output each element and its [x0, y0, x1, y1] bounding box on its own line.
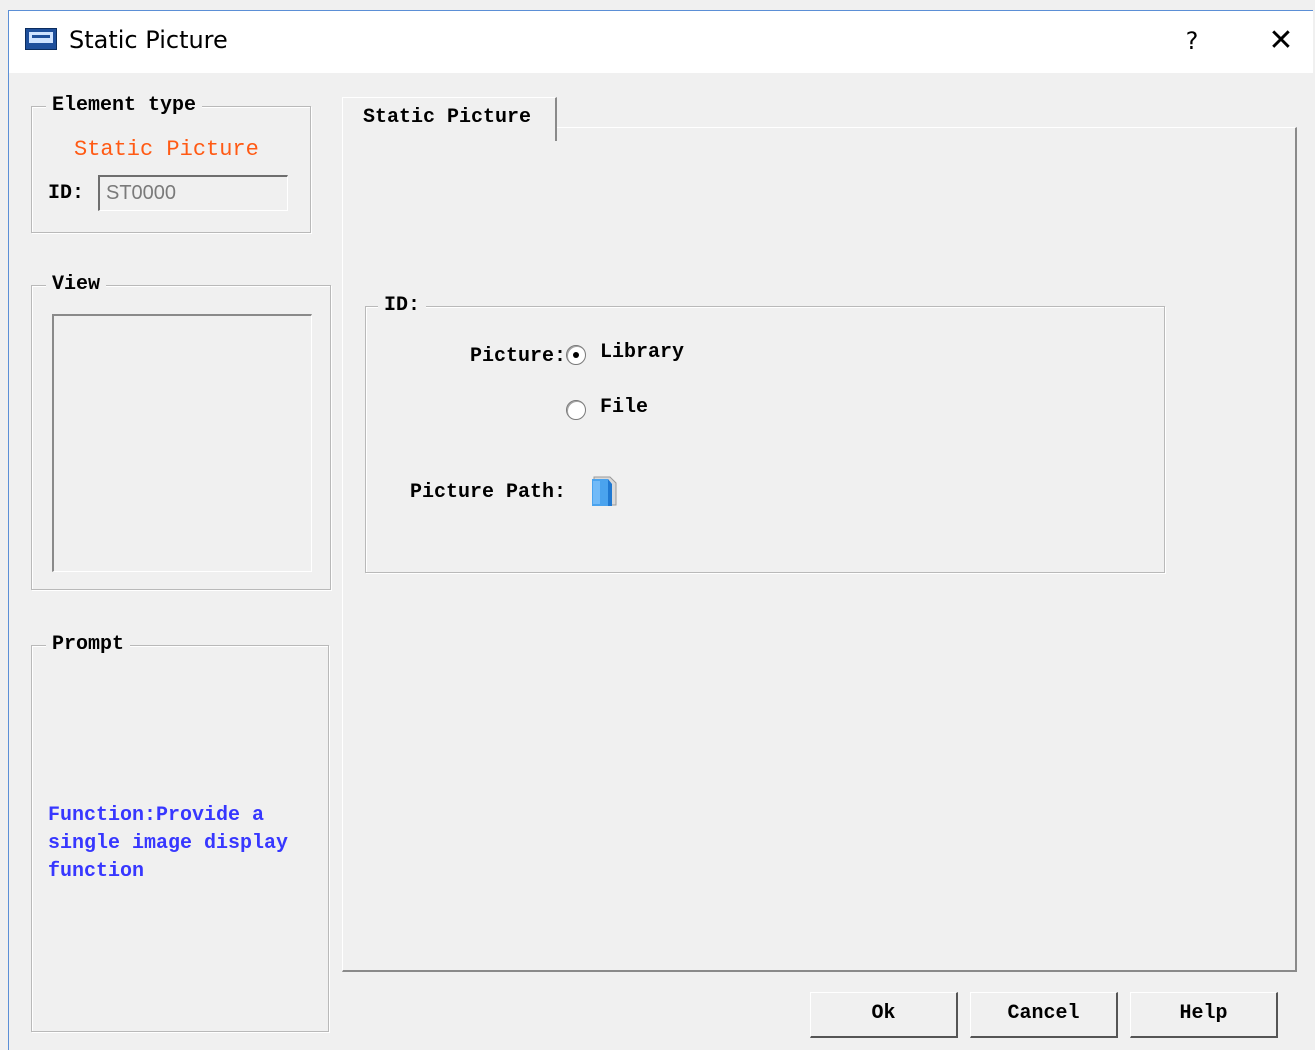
element-type-title: Element type — [46, 93, 203, 119]
title-bar: Static Picture ? ✕ — [9, 11, 1313, 73]
window-title: Static Picture — [69, 26, 228, 54]
folder-blue-icon[interactable] — [590, 475, 620, 507]
picture-label: Picture: — [470, 345, 567, 368]
radio-library-label[interactable]: Library — [600, 341, 684, 364]
ok-button[interactable]: Ok — [810, 992, 958, 1038]
tab-label: Static Picture — [363, 106, 532, 129]
picture-path-label: Picture Path: — [410, 481, 567, 504]
view-preview-area — [52, 314, 312, 572]
id-group: ID: Picture: Library File Picture Path: — [365, 293, 1165, 573]
tab-static-picture[interactable]: Static Picture — [342, 97, 557, 141]
element-type-group: Element type Static Picture ID: ST0000 — [31, 93, 311, 233]
close-icon[interactable]: ✕ — [1261, 23, 1301, 59]
id-field[interactable]: ST0000 — [98, 175, 288, 211]
prompt-title: Prompt — [46, 632, 131, 658]
view-title: View — [46, 272, 107, 298]
dialog-window: Static Picture ? ✕ Element type Static P… — [8, 10, 1313, 1050]
view-group: View — [31, 272, 331, 590]
id-group-title: ID: — [378, 293, 427, 319]
question-icon[interactable]: ? — [1174, 23, 1210, 59]
prompt-text: Function:Provide a single image display … — [48, 804, 289, 883]
hmi-app-icon — [25, 28, 57, 50]
tab-panel: ID: Picture: Library File Picture Path: — [342, 127, 1297, 972]
radio-file[interactable] — [566, 400, 586, 420]
id-label: ID: — [48, 182, 85, 205]
prompt-group: Prompt Function:Provide a single image d… — [31, 632, 329, 1032]
element-type-name: Static Picture — [74, 137, 259, 162]
help-button[interactable]: Help — [1130, 992, 1278, 1038]
radio-library[interactable] — [566, 345, 586, 365]
radio-file-label[interactable]: File — [600, 396, 648, 419]
cancel-button[interactable]: Cancel — [970, 992, 1118, 1038]
